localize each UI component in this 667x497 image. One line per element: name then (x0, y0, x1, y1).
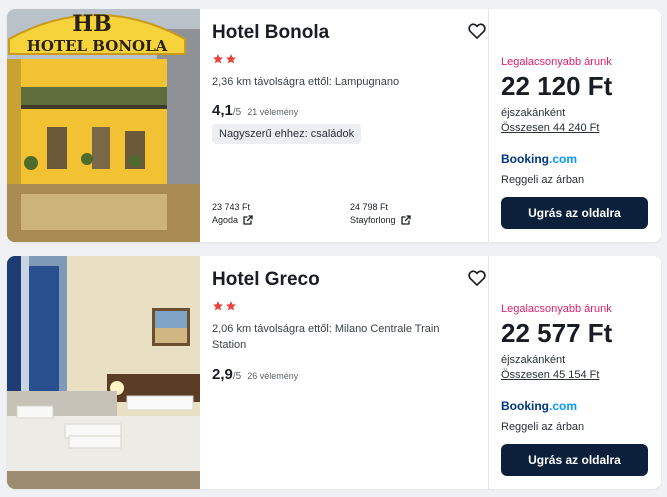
distance-text: 2,36 km távolságra ettől: Lampugnano (212, 76, 400, 88)
price-panel: Legalacsonyabb árunk 22 577 Ft éjszakánk… (488, 256, 661, 489)
hotel-photo[interactable]: HB HOTEL BONOLA (7, 9, 200, 242)
star-icon (213, 54, 223, 64)
rating-score: 2,9 (212, 366, 233, 383)
provider-name: Booking (501, 399, 549, 413)
provider-name: Booking (501, 152, 549, 166)
go-to-site-button[interactable]: Ugrás az oldalra (501, 197, 648, 229)
alt-offer-price: 23 743 Ft (212, 202, 251, 212)
alt-offer-agoda[interactable]: 23 743 Ft Agoda (212, 202, 254, 226)
hotel-greco-photo (7, 256, 200, 489)
total-price-link[interactable]: Összesen 45 154 Ft (501, 369, 599, 381)
booking-logo: Booking.com (501, 152, 577, 166)
breakfast-included: Reggeli az árban (501, 174, 585, 186)
hotel-card[interactable]: HB HOTEL BONOLA Hotel Bonola 2,36 km táv… (7, 9, 661, 242)
guest-rating: 2,9 /5 26 vélemény (212, 366, 298, 383)
alt-offer-price: 24 798 Ft (350, 202, 389, 212)
review-count: 21 vélemény (247, 107, 299, 117)
hotel-sign-text: HOTEL BONOLA (27, 37, 168, 55)
hotel-bonola-photo: HB HOTEL BONOLA (7, 9, 200, 242)
hotel-logo-text: HB (72, 11, 111, 37)
alt-offer-stayforlong[interactable]: 24 798 Ft Stayforlong (350, 202, 412, 226)
heart-icon[interactable] (467, 268, 487, 288)
star-rating (212, 53, 237, 65)
heart-icon[interactable] (467, 21, 487, 41)
external-link-icon (400, 215, 411, 225)
nightly-price: 22 120 Ft (501, 71, 613, 101)
provider-suffix: .com (549, 152, 578, 166)
total-price-link[interactable]: Összesen 44 240 Ft (501, 122, 599, 134)
hotel-name[interactable]: Hotel Greco (212, 269, 320, 291)
alt-offer-site: Agoda (212, 215, 239, 225)
breakfast-included: Reggeli az árban (501, 421, 585, 433)
star-icon (226, 54, 236, 64)
review-count: 26 vélemény (247, 371, 299, 381)
star-rating (212, 300, 237, 312)
provider-suffix: .com (549, 399, 578, 413)
hotel-info: Hotel Bonola 2,36 km távolságra ettől: L… (200, 9, 495, 242)
alt-offer-site: Stayforlong (350, 215, 396, 225)
family-badge: Nagyszerű ehhez: családok (212, 124, 362, 144)
lowest-price-label: Legalacsonyabb árunk (501, 303, 612, 315)
rating-max: /5 (232, 371, 242, 382)
hotel-card[interactable]: Hotel Greco 2,06 km távolságra ettől: Mi… (7, 256, 661, 489)
distance-text: 2,06 km távolságra ettől: Milano Central… (212, 323, 440, 351)
guest-rating: 4,1 /5 21 vélemény (212, 102, 298, 119)
per-night-label: éjszakánként (501, 107, 566, 119)
hotel-info: Hotel Greco 2,06 km távolságra ettől: Mi… (200, 256, 495, 489)
hotel-name[interactable]: Hotel Bonola (212, 22, 329, 44)
hotel-photo[interactable] (7, 256, 200, 489)
alt-offer-link[interactable]: Stayforlong (350, 214, 412, 226)
lowest-price-label: Legalacsonyabb árunk (501, 56, 612, 68)
booking-logo: Booking.com (501, 399, 577, 413)
rating-max: /5 (232, 107, 242, 118)
nightly-price: 22 577 Ft (501, 318, 613, 348)
star-icon (213, 301, 223, 311)
price-panel: Legalacsonyabb árunk 22 120 Ft éjszakánk… (488, 9, 661, 242)
alt-offer-link[interactable]: Agoda (212, 214, 254, 226)
external-link-icon (243, 215, 253, 225)
per-night-label: éjszakánként (501, 354, 566, 366)
rating-score: 4,1 (212, 102, 233, 119)
go-to-site-button[interactable]: Ugrás az oldalra (501, 444, 648, 476)
star-icon (226, 301, 236, 311)
